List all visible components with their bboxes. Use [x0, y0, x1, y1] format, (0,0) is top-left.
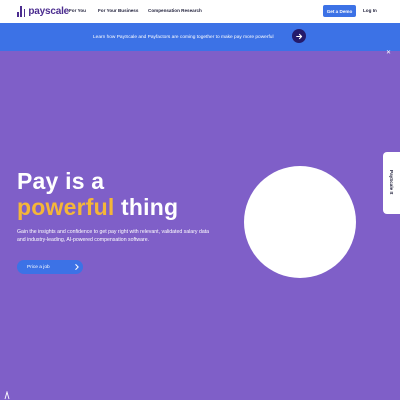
- get-a-demo-button[interactable]: Get a Demo: [323, 5, 356, 17]
- cta-label: Price a job: [27, 264, 50, 270]
- announcement-banner: Learn how PayScale and Payfactors are co…: [0, 23, 400, 56]
- feedback-icon: [4, 391, 10, 400]
- hero-title-accent: powerful: [17, 194, 115, 220]
- hero-title-line2: powerful thing: [17, 194, 178, 221]
- nav-for-your-business[interactable]: For Your Business: [98, 8, 138, 13]
- bar-chart-icon: [17, 6, 26, 17]
- top-navigation: payscale For You For Your Business Compe…: [0, 0, 400, 23]
- chevron-right-icon: [75, 264, 79, 270]
- logo-text: payscale: [28, 6, 70, 17]
- nav-for-you[interactable]: For You: [69, 8, 86, 13]
- nav-compensation-research[interactable]: Compensation Research: [148, 8, 202, 13]
- hero-image-placeholder: [244, 166, 356, 278]
- side-tab-label: PayScale It: [389, 170, 394, 195]
- price-a-job-button[interactable]: Price a job: [17, 260, 83, 274]
- hero-title-line1: Pay is a: [17, 168, 105, 194]
- payscale-logo[interactable]: payscale: [17, 5, 69, 18]
- close-icon[interactable]: ✕: [386, 49, 391, 56]
- log-in-link[interactable]: Log In: [363, 8, 377, 13]
- hero-description: Gain the insights and confidence to get …: [17, 229, 210, 244]
- banner-text[interactable]: Learn how PayScale and Payfactors are co…: [93, 35, 274, 40]
- hero-title-rest: thing: [114, 194, 179, 220]
- arrow-right-icon[interactable]: [292, 29, 306, 43]
- payscale-it-tab[interactable]: PayScale It: [383, 152, 400, 214]
